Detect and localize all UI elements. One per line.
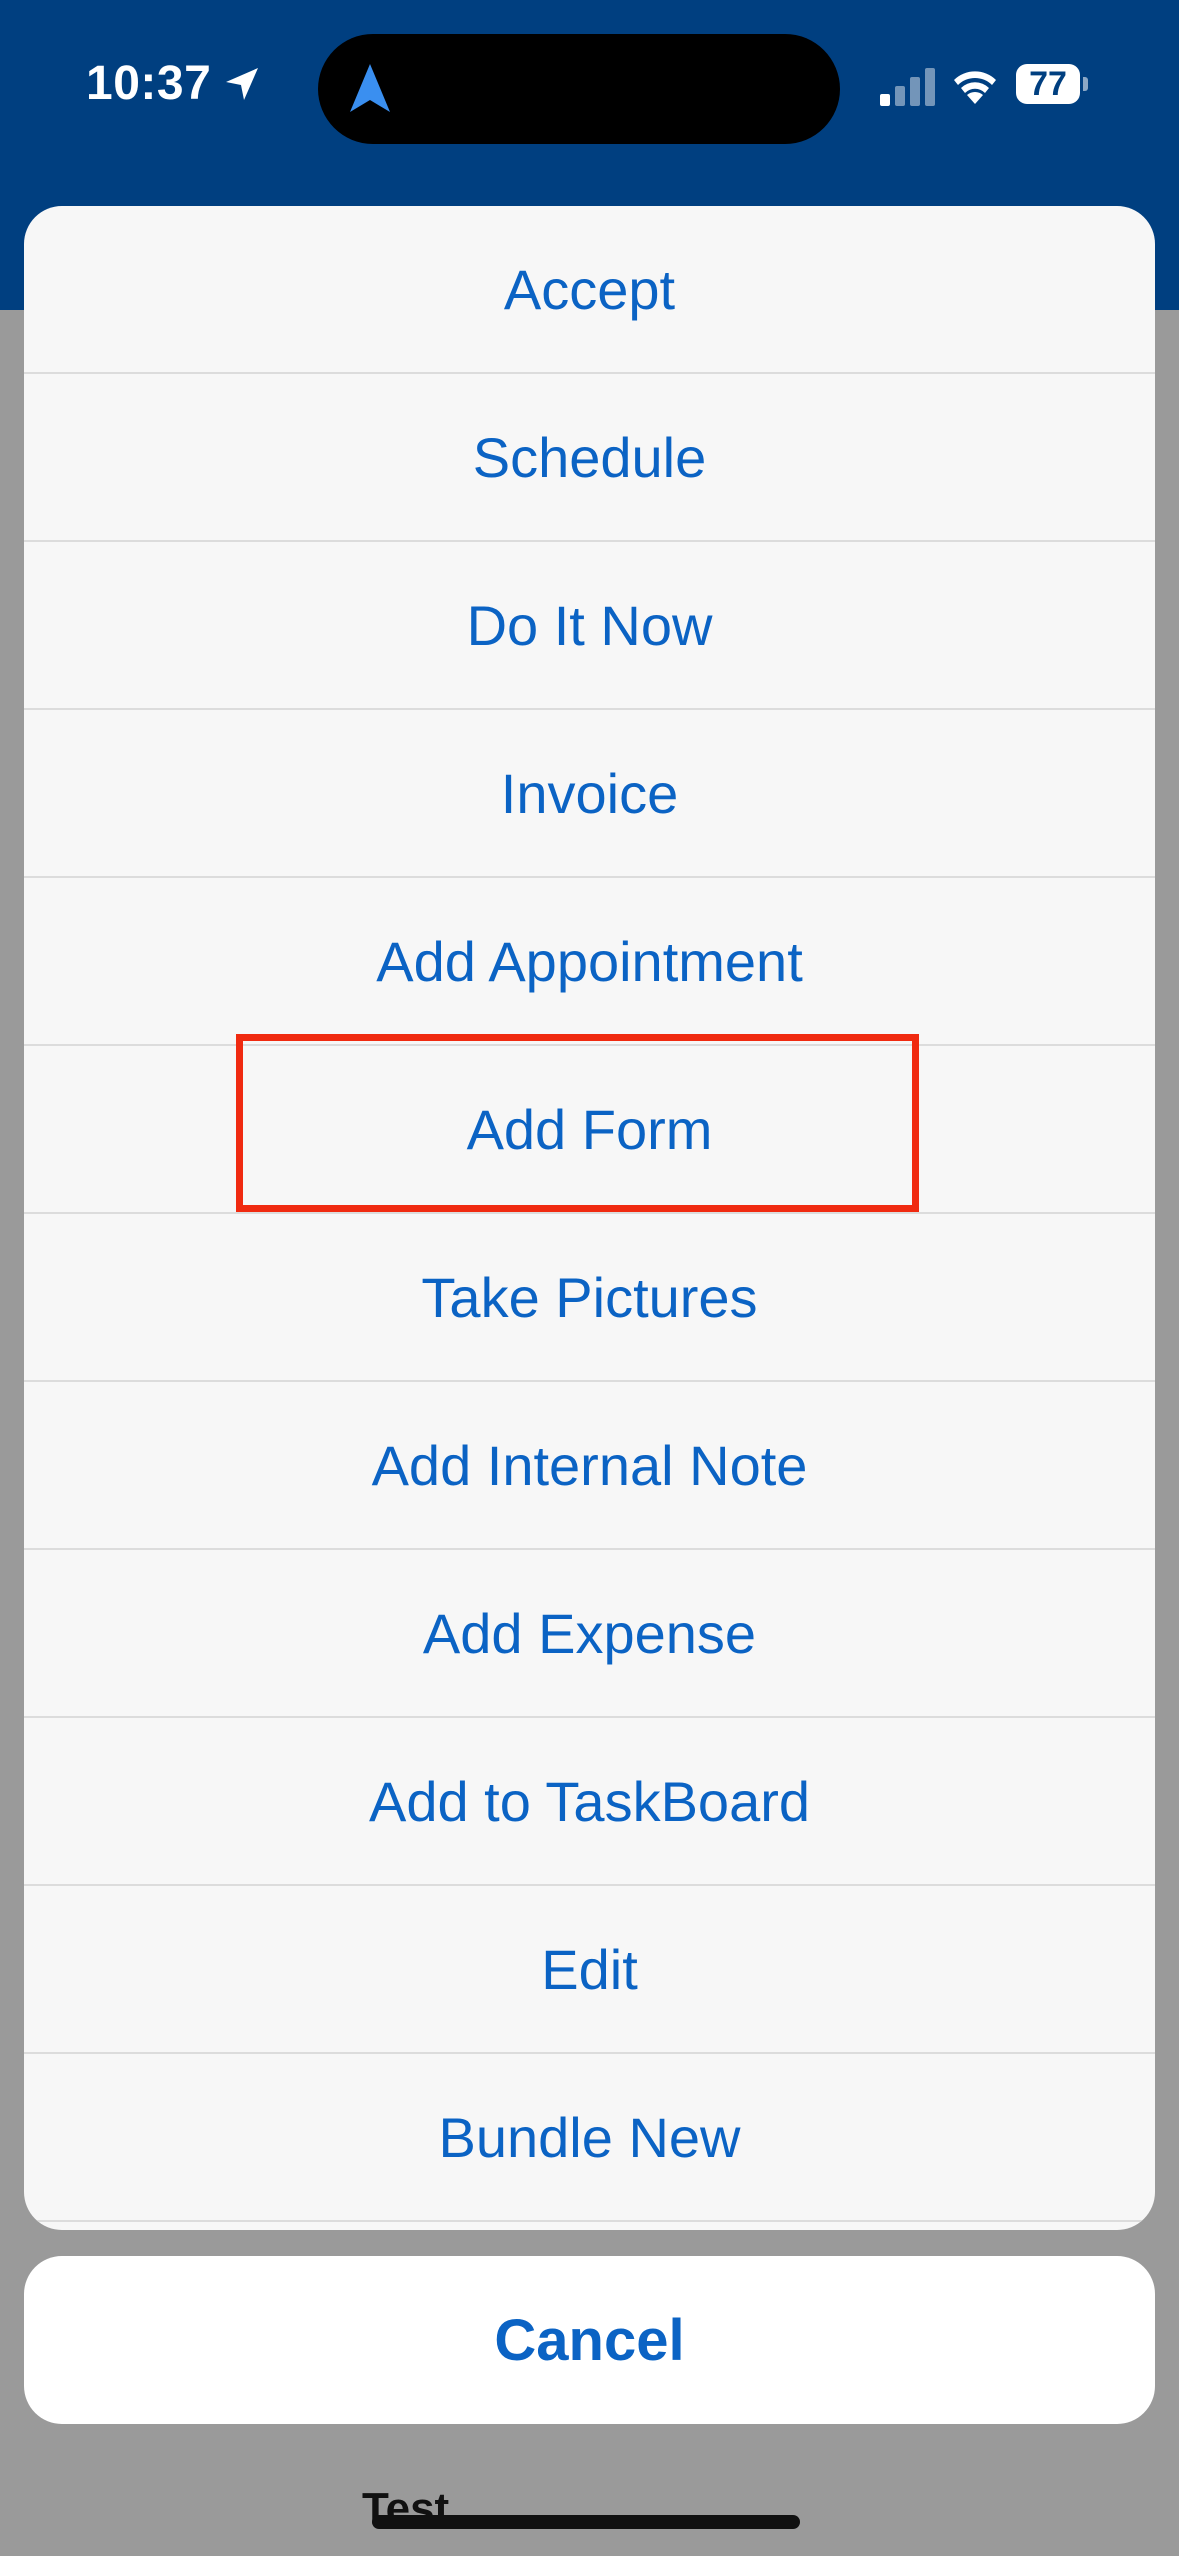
action-take-pictures[interactable]: Take Pictures <box>24 1214 1155 1382</box>
status-bar: 10:37 77 <box>0 0 1179 180</box>
wifi-icon <box>954 71 996 104</box>
location-arrow-icon <box>226 68 258 100</box>
action-add-to-taskboard[interactable]: Add to TaskBoard <box>24 1718 1155 1886</box>
action-bundle-new[interactable]: Bundle New <box>24 2054 1155 2222</box>
action-add-internal-note[interactable]: Add Internal Note <box>24 1382 1155 1550</box>
action-schedule[interactable]: Schedule <box>24 374 1155 542</box>
cancel-button[interactable]: Cancel <box>24 2256 1155 2424</box>
action-do-it-now[interactable]: Do It Now <box>24 542 1155 710</box>
action-invoice[interactable]: Invoice <box>24 710 1155 878</box>
dynamic-island <box>318 34 840 144</box>
battery-tip <box>1083 77 1088 91</box>
navigation-icon <box>350 64 390 112</box>
action-sheet: Accept Schedule Do It Now Invoice Add Ap… <box>24 206 1155 2230</box>
battery-icon: 77 <box>1016 64 1088 106</box>
cellular-signal-icon <box>880 68 935 106</box>
action-edit[interactable]: Edit <box>24 1886 1155 2054</box>
action-add-expense[interactable]: Add Expense <box>24 1550 1155 1718</box>
status-time: 10:37 <box>86 57 212 110</box>
action-add-appointment[interactable]: Add Appointment <box>24 878 1155 1046</box>
add-form-highlight-box <box>236 1034 919 1212</box>
action-accept[interactable]: Accept <box>24 206 1155 374</box>
battery-level: 77 <box>1016 64 1080 104</box>
home-indicator[interactable] <box>372 2515 800 2529</box>
